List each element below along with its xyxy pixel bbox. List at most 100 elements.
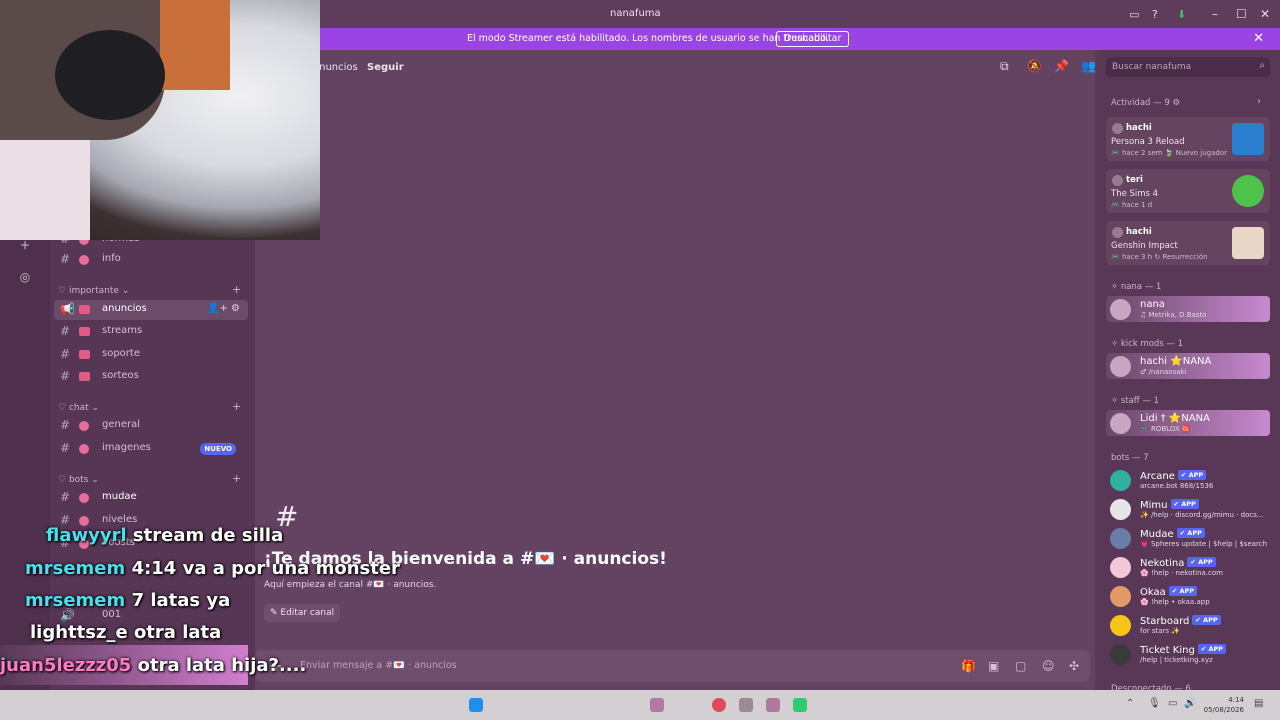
channel-general[interactable]: # general [54,416,248,436]
gif-icon[interactable]: ▣ [988,659,999,673]
channel-mudae[interactable]: # mudae [54,488,248,508]
sticker-icon[interactable]: ▢ [1015,659,1026,673]
channel-info[interactable]: # info [54,250,248,270]
member-name: hachi ⭐NANA [1140,356,1212,367]
mute-icon[interactable]: 🔕 [1027,59,1042,73]
member-name: Ticket King [1140,645,1195,656]
bot-item[interactable]: Okaa ✔ APP 🌸 !help • okaa.app [1106,583,1270,609]
inbox-icon[interactable]: ▭ [1129,8,1139,21]
mic-icon[interactable]: 🎙 [1148,698,1161,709]
webcam-region [0,140,90,240]
bot-item[interactable]: Ticket King ✔ APP /help | ticketking.xyz [1106,641,1270,667]
message-composer[interactable]: + Enviar mensaje a #💌 · anuncios 🎁 ▣ ▢ ☺… [255,650,1090,682]
chat-line: flawyyrl stream de silla [46,525,283,546]
avatar [1110,528,1131,549]
notifications-icon[interactable]: ▤ [1254,698,1263,709]
bot-item[interactable]: Mimu ✔ APP ✨ /help · discord.gg/mimu · do… [1106,496,1270,522]
close-banner-icon[interactable]: ✕ [1253,31,1264,46]
bot-item[interactable]: Mudae ✔ APP 💗 Spheres update | $help | $s… [1106,525,1270,551]
members-icon[interactable]: 👥 [1081,59,1096,73]
channel-anuncios[interactable]: 📢 anuncios 👤+ ⚙ [54,300,248,320]
bot-item[interactable]: Arcane ✔ APP arcane.bot 868/1536 [1106,467,1270,493]
chat-line: mrsemem 4:14 va a por una monster [25,558,400,579]
pin-icon[interactable]: 📌 [1054,59,1069,73]
activity-title: Actividad — 9 ⚙ [1111,98,1181,108]
explore-icon[interactable]: ◎ [17,269,33,285]
game-thumbnail [1232,175,1264,207]
avatar [1110,586,1131,607]
add-channel-icon[interactable]: + [232,400,241,413]
activity-meta: 🎮 hace 1 d [1111,201,1153,209]
activity-meta: 🎮 hace 3 h ↻ Resurrección [1111,253,1208,261]
avatar [1110,356,1131,377]
strawberry-icon [79,493,89,503]
threads-icon[interactable]: ⧉ [1000,59,1009,74]
member-status: /help | ticketking.xyz [1140,656,1213,664]
download-icon[interactable]: ⬇ [1177,8,1186,21]
member-status: 🌸 !help · nekotina.com [1140,569,1223,577]
apps-icon[interactable]: ✣ [1069,659,1079,673]
member-item[interactable]: Lidi † ⭐NANA 🎮 ROBLOX 🆑 [1106,410,1270,436]
member-status: 💗 Spheres update | $help | $search [1140,540,1268,548]
member-status: 🌸 !help • okaa.app [1140,598,1210,606]
emoji-icon[interactable]: ☺ [1042,659,1055,673]
heart-icon [79,421,89,431]
member-item[interactable]: hachi ⭐NANA ♂ /nanaosaki [1106,353,1270,379]
bot-item[interactable]: Nekotina ✔ APP 🌸 !help · nekotina.com [1106,554,1270,580]
channel-soporte[interactable]: # soporte [54,345,248,365]
chevron-up-icon[interactable]: ⌃ [1126,698,1134,709]
activity-card[interactable]: teri The Sims 4 🎮 hace 1 d [1106,169,1270,213]
clock-date: 05/08/2026 [1203,706,1244,714]
avatar [1112,175,1123,186]
app-badge: ✔ APP [1176,528,1205,538]
taskbar-app-icon[interactable] [712,698,726,712]
chat-message: 4:14 va a por una monster [131,558,400,579]
channel-settings-icon[interactable]: 👤+ ⚙ [207,303,240,314]
network-icon[interactable]: ▭ [1168,698,1177,709]
minimize-icon[interactable]: – [1212,7,1218,21]
taskbar-app-icon[interactable] [650,698,664,712]
search-input[interactable]: Buscar nanafuma ⌕ [1106,57,1270,77]
maximize-icon[interactable]: ☐ [1236,7,1247,21]
add-channel-icon[interactable]: + [232,472,241,485]
gift-icon[interactable]: 🎁 [961,659,976,673]
role-title: nana — 1 [1120,282,1162,292]
channel-imagenes[interactable]: # imagenes NUEVO [54,439,248,459]
taskbar-app-icon[interactable] [766,698,780,712]
app-badge: ✔ APP [1168,586,1198,596]
taskbar-app-icon[interactable] [793,698,807,712]
chat-message: 7 latas ya [131,590,231,611]
streamer-mode-banner: El modo Streamer está habilitado. Los no… [320,28,1280,50]
chevron-right-icon[interactable]: › [1257,96,1261,107]
love-letter-icon [79,350,90,359]
category-chat[interactable]: ♡ chat ⌄ [58,403,99,413]
bot-item[interactable]: Starboard ✔ APP for stars ✨ [1106,612,1270,638]
channel-streams[interactable]: # streams [54,322,248,342]
channel-label: streams [102,325,143,336]
start-icon[interactable] [469,698,483,712]
channel-sorteos[interactable]: # sorteos [54,367,248,387]
disable-streamer-button[interactable]: Deshabilitar [776,31,850,47]
member-name: Okaa [1140,587,1166,598]
category-bots[interactable]: ♡ bots ⌄ [58,475,99,485]
taskbar: ⌃ 🎙 ▭ 🔊 4:14 05/08/2026 ▤ [0,690,1280,720]
follow-button[interactable]: Seguir [367,62,404,73]
activity-card[interactable]: hachi Genshin Impact 🎮 hace 3 h ↻ Resurr… [1106,221,1270,265]
member-name: Mimu [1140,500,1168,511]
member-status: for stars ✨ [1140,627,1180,635]
add-channel-icon[interactable]: + [232,283,241,296]
megaphone-icon: 📢 [60,302,75,316]
volume-icon[interactable]: 🔊 [1184,698,1196,709]
activity-game: The Sims 4 [1111,189,1159,199]
category-importante[interactable]: ♡ importante ⌄ [58,286,129,296]
close-window-icon[interactable]: ✕ [1260,7,1270,21]
taskbar-app-icon[interactable] [739,698,753,712]
avatar [1110,644,1131,665]
help-icon[interactable]: ? [1152,8,1158,21]
clock[interactable]: 4:14 05/08/2026 [1204,695,1244,715]
member-item[interactable]: nana ♫ Metrika, D.Basto [1106,296,1270,322]
hash-icon: # [60,369,71,383]
role-title: staff — 1 [1120,396,1159,406]
activity-card[interactable]: hachi Persona 3 Reload 🎮 hace 2 sem 🍃 Nu… [1106,117,1270,161]
hash-icon: # [60,324,71,338]
